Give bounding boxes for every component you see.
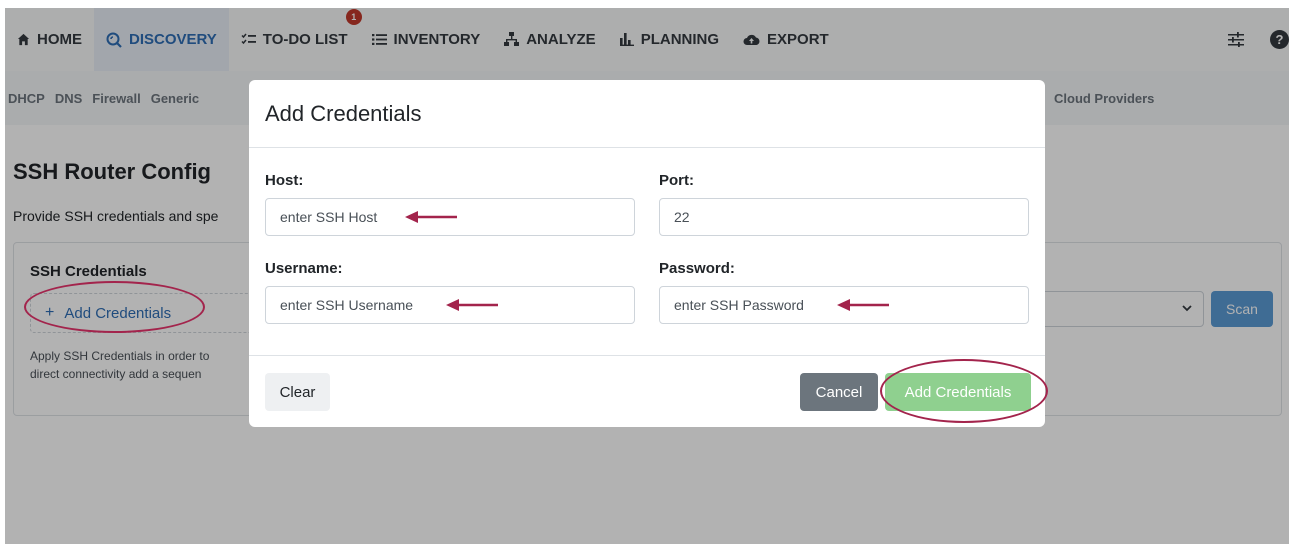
host-label: Host: bbox=[265, 172, 304, 189]
modal-title: Add Credentials bbox=[265, 101, 422, 126]
port-input[interactable] bbox=[659, 198, 1029, 236]
username-label: Username: bbox=[265, 260, 343, 277]
clear-button[interactable]: Clear bbox=[265, 373, 330, 411]
password-label: Password: bbox=[659, 260, 735, 277]
add-credentials-modal: Add Credentials Host: Port: Username: Pa… bbox=[249, 80, 1045, 427]
cancel-button[interactable]: Cancel bbox=[800, 373, 878, 411]
add-credentials-submit-button[interactable]: Add Credentials bbox=[885, 373, 1031, 411]
annotation-arrow-password bbox=[837, 299, 889, 311]
port-label: Port: bbox=[659, 172, 694, 189]
modal-footer: Clear Cancel Add Credentials bbox=[249, 355, 1045, 427]
app-window: HOME DISCOVERY TO-DO LIST 1 INVENTORY AN… bbox=[5, 8, 1289, 544]
modal-header: Add Credentials bbox=[249, 80, 1045, 148]
annotation-arrow-host bbox=[405, 211, 457, 223]
annotation-arrow-username bbox=[446, 299, 498, 311]
